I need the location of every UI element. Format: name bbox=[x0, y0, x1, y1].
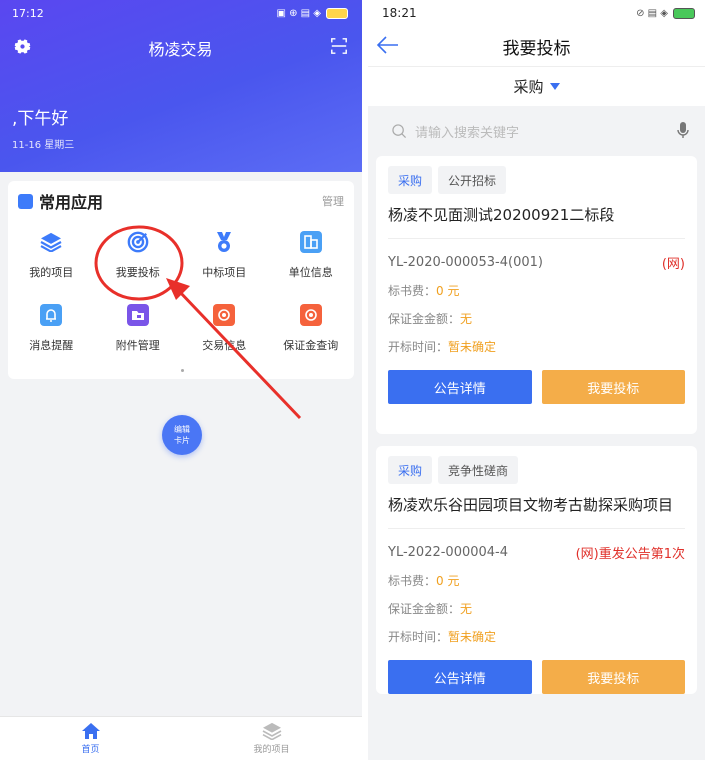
status-bar: 17:12 ▣ ⊕ ▤ ◈ bbox=[0, 0, 362, 26]
category-filter[interactable]: 采购 bbox=[368, 66, 705, 106]
status-time: 18:21 bbox=[382, 6, 417, 20]
record-icon bbox=[211, 302, 237, 328]
home-screen: 17:12 ▣ ⊕ ▤ ◈ 杨凌交易 ,下午好 11-16 星期三 常用应用 管… bbox=[0, 0, 362, 760]
tab-home[interactable]: 首页 bbox=[0, 717, 181, 760]
app-attachments[interactable]: 附件管理 bbox=[95, 302, 182, 353]
project-code: YL-2020-000053-4(001) bbox=[388, 255, 543, 270]
search-bar[interactable]: 请输入搜索关键字 bbox=[378, 118, 695, 144]
app-unit-info[interactable]: 单位信息 bbox=[268, 229, 355, 280]
open-time-value: 暂未确定 bbox=[448, 630, 497, 644]
bottom-tabbar: 首页 我的项目 bbox=[0, 716, 362, 760]
fee-label: 标书费： bbox=[388, 284, 437, 298]
folder-icon bbox=[125, 302, 151, 328]
app-title: 杨凌交易 bbox=[148, 40, 213, 59]
layers-icon bbox=[38, 229, 64, 255]
apps-section-icon bbox=[18, 193, 33, 209]
app-label: 中标项目 bbox=[202, 266, 247, 279]
app-label: 我的项目 bbox=[29, 266, 74, 279]
app-bid[interactable]: 我要投标 bbox=[95, 229, 182, 280]
type-tag: 采购 bbox=[388, 456, 433, 484]
app-won-projects[interactable]: 中标项目 bbox=[181, 229, 268, 280]
search-input[interactable]: 请输入搜索关键字 bbox=[415, 122, 519, 141]
status-bar: 18:21 ⊘ ▤ ◈ bbox=[368, 0, 705, 26]
status-icons: ⊘ ▤ ◈ bbox=[636, 7, 668, 19]
project-title: 杨凌不见面测试20200921二标段 bbox=[388, 204, 685, 239]
project-code: YL-2022-000004-4 bbox=[388, 545, 509, 560]
apps-section-title: 常用应用 bbox=[39, 193, 104, 212]
app-label: 我要投标 bbox=[115, 266, 160, 279]
scan-icon[interactable] bbox=[330, 37, 348, 59]
fee-label: 标书费： bbox=[388, 574, 437, 588]
status-icons: ▣ ⊕ ▤ ◈ bbox=[276, 7, 321, 19]
building-icon bbox=[298, 229, 324, 255]
back-arrow-icon[interactable] bbox=[376, 34, 400, 60]
layers-icon bbox=[262, 722, 281, 740]
tab-my-projects[interactable]: 我的项目 bbox=[181, 717, 362, 760]
app-label: 单位信息 bbox=[288, 266, 333, 279]
announcement-detail-button[interactable]: 公告详情 bbox=[388, 370, 532, 404]
method-tag: 公开招标 bbox=[438, 166, 507, 194]
deposit-value: 无 bbox=[460, 602, 473, 616]
bell-icon bbox=[38, 302, 64, 328]
app-label: 保证金查询 bbox=[283, 339, 339, 352]
medal-icon bbox=[211, 229, 237, 255]
greeting-text: ,下午好 bbox=[12, 109, 69, 129]
fee-value: 0 元 bbox=[436, 574, 460, 588]
bid-screen: 18:21 ⊘ ▤ ◈ 我要投标 采购 请输入搜索关键字 采购 公开招标 杨凌不… bbox=[368, 0, 705, 760]
submit-bid-button[interactable]: 我要投标 bbox=[541, 370, 685, 404]
date-text: 11-16 星期三 bbox=[12, 140, 75, 151]
page-title: 我要投标 bbox=[502, 38, 571, 59]
page-indicator bbox=[181, 369, 184, 372]
deposit-label: 保证金金额： bbox=[388, 312, 461, 326]
online-badge: (网)重发公告第1次 bbox=[575, 547, 685, 562]
method-tag: 竞争性磋商 bbox=[438, 456, 519, 484]
bid-card[interactable]: 采购 竞争性磋商 杨凌欢乐谷田园项目文物考古勘探采购项目 YL-2022-000… bbox=[376, 446, 697, 694]
home-icon bbox=[81, 723, 100, 739]
battery-icon bbox=[673, 7, 695, 19]
home-header: 17:12 ▣ ⊕ ▤ ◈ 杨凌交易 ,下午好 11-16 星期三 bbox=[0, 0, 362, 172]
microphone-icon[interactable] bbox=[677, 121, 689, 143]
settings-gear-icon[interactable] bbox=[14, 38, 31, 59]
manage-link[interactable]: 管理 bbox=[322, 193, 344, 209]
type-tag: 采购 bbox=[388, 166, 433, 194]
target-icon bbox=[125, 229, 151, 255]
filter-label: 采购 bbox=[513, 78, 544, 96]
app-label: 交易信息 bbox=[202, 339, 247, 352]
app-label: 附件管理 bbox=[115, 339, 160, 352]
record-icon bbox=[298, 302, 324, 328]
open-time-label: 开标时间： bbox=[388, 630, 449, 644]
app-my-projects[interactable]: 我的项目 bbox=[8, 229, 95, 280]
online-badge: (网) bbox=[661, 257, 685, 272]
fee-value: 0 元 bbox=[436, 284, 460, 298]
app-trade-info[interactable]: 交易信息 bbox=[181, 302, 268, 353]
dropdown-triangle-icon bbox=[549, 83, 560, 90]
bid-card[interactable]: 采购 公开招标 杨凌不见面测试20200921二标段 YL-2020-00005… bbox=[376, 156, 697, 434]
deposit-value: 无 bbox=[460, 312, 473, 326]
app-message-alerts[interactable]: 消息提醒 bbox=[8, 302, 95, 353]
submit-bid-button[interactable]: 我要投标 bbox=[541, 660, 685, 694]
app-label: 消息提醒 bbox=[29, 339, 74, 352]
project-title: 杨凌欢乐谷田园项目文物考古勘探采购项目 bbox=[388, 494, 685, 529]
battery-icon bbox=[326, 7, 348, 19]
status-time: 17:12 bbox=[12, 6, 44, 20]
announcement-detail-button[interactable]: 公告详情 bbox=[388, 660, 532, 694]
open-time-value: 暂未确定 bbox=[448, 340, 497, 354]
deposit-label: 保证金金额： bbox=[388, 602, 461, 616]
edit-cards-button[interactable]: 编辑 卡片 bbox=[162, 415, 202, 455]
common-apps-card: 常用应用 管理 我的项目 我要投标 中标项目 单位信息 消息提醒 附件管理 交易… bbox=[8, 181, 354, 379]
open-time-label: 开标时间： bbox=[388, 340, 449, 354]
search-icon bbox=[392, 123, 407, 138]
app-deposit-query[interactable]: 保证金查询 bbox=[268, 302, 355, 353]
